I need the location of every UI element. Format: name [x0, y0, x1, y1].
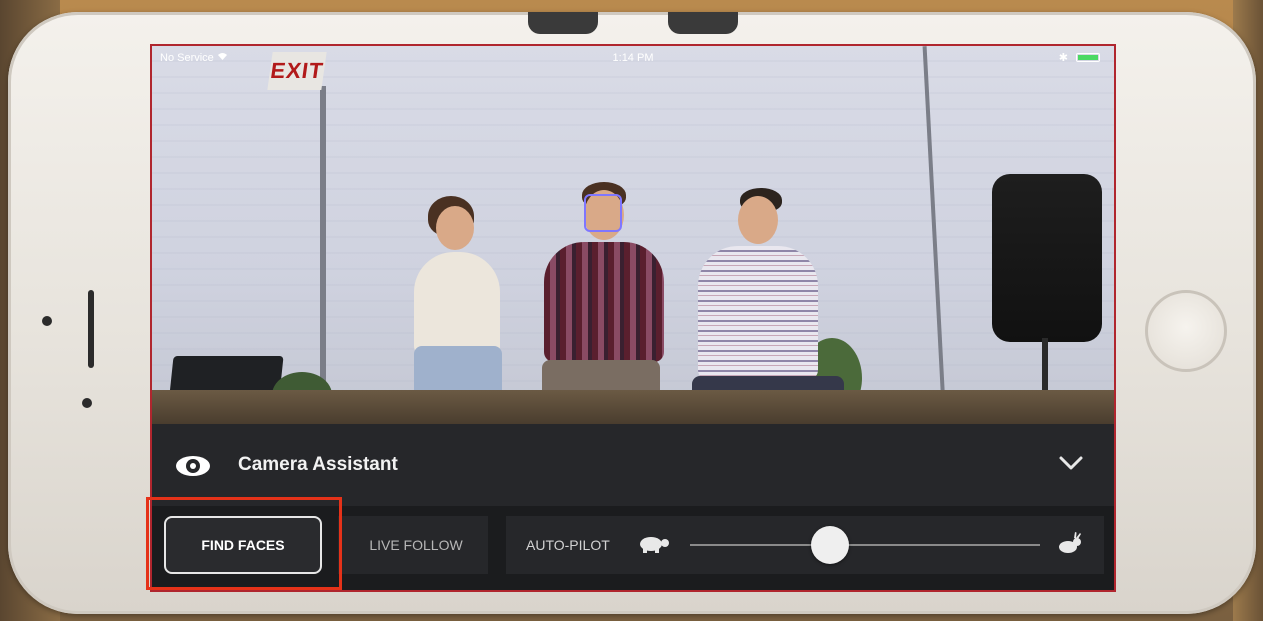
eye-pupil [186, 459, 200, 473]
person-left-head [436, 206, 474, 250]
assistant-title: Camera Assistant [238, 454, 398, 475]
find-faces-highlight [146, 497, 342, 590]
assistant-header[interactable]: Camera Assistant [152, 424, 1114, 506]
battery-fill [1078, 55, 1098, 60]
status-time: 1:14 PM [612, 52, 654, 64]
status-bar: No Service 1:14 PM ✱ [152, 46, 1114, 68]
autopilot-label: AUTO-PILOT [526, 537, 610, 553]
person-left-shirt [414, 252, 500, 356]
live-follow-button[interactable]: LIVE FOLLOW [346, 516, 486, 574]
bluetooth-icon: ✱ [1058, 52, 1068, 64]
turtle-icon [636, 532, 670, 556]
rabbit-icon [1054, 532, 1084, 556]
speed-slider-track[interactable] [690, 544, 1040, 546]
mount-clip-right [668, 12, 738, 34]
speed-slider-thumb[interactable] [811, 526, 849, 564]
eye-icon [176, 456, 210, 476]
person-right-shirt [698, 246, 818, 380]
person-right-head [738, 196, 778, 244]
face-detection-box [584, 194, 622, 232]
proximity-sensor [42, 316, 52, 326]
chevron-down-icon[interactable] [1058, 450, 1084, 476]
wall-pipe-left [320, 86, 326, 386]
home-button[interactable] [1145, 290, 1227, 372]
front-camera [82, 398, 92, 408]
person-middle-shirt [544, 242, 664, 362]
pa-speaker [992, 174, 1102, 342]
camera-preview[interactable]: EXIT No Service 1:14 PM ✱ [152, 46, 1114, 424]
battery-icon [1076, 53, 1100, 62]
earpiece-speaker [88, 290, 94, 368]
stage-floor [152, 390, 1114, 424]
mount-clip-left [528, 12, 598, 34]
